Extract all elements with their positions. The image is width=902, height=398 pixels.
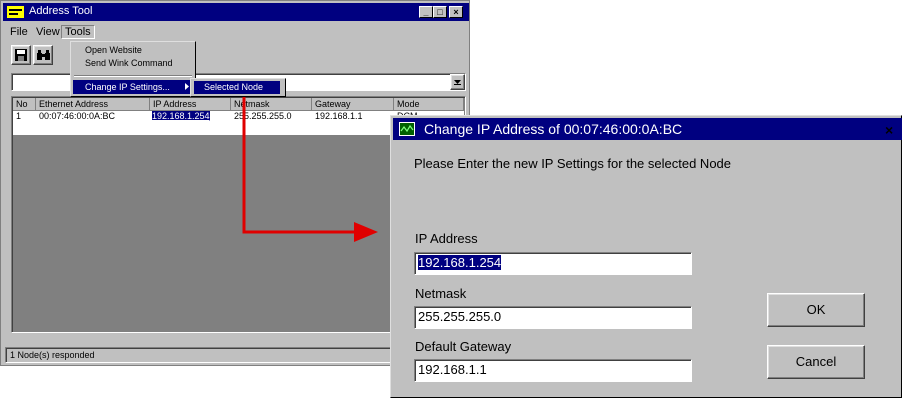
binoculars-icon: [37, 50, 50, 60]
change-ip-submenu: Selected Node: [190, 78, 286, 97]
cell-ip-address[interactable]: 192.168.1.254: [150, 111, 231, 122]
column-ip-address[interactable]: IP Address: [150, 98, 231, 111]
column-netmask[interactable]: Netmask: [231, 98, 312, 111]
ip-address-field[interactable]: 192.168.1.254: [414, 252, 692, 275]
menu-separator: [74, 75, 192, 77]
menu-file[interactable]: File: [7, 26, 31, 38]
netmask-label: Netmask: [415, 286, 467, 301]
menu-item-selected-node[interactable]: Selected Node: [194, 81, 280, 94]
dialog-network-icon: [399, 122, 415, 136]
ok-button[interactable]: OK: [767, 293, 865, 327]
cell-netmask: 255.255.255.0: [234, 111, 292, 121]
combo-dropdown-icon: [454, 80, 461, 85]
dialog-instruction: Please Enter the new IP Settings for the…: [414, 156, 732, 171]
ip-address-label: IP Address: [415, 231, 478, 246]
menu-view[interactable]: View: [33, 26, 63, 38]
dialog-title: Change IP Address of 00:07:46:00:0A:BC: [424, 121, 683, 137]
combo-dropdown-button[interactable]: [450, 74, 465, 90]
dialog-title-bar[interactable]: Change IP Address of 00:07:46:00:0A:BC: [393, 118, 902, 140]
main-title-bar[interactable]: Address Tool _ □ ×: [3, 3, 469, 21]
dialog-close-icon[interactable]: ×: [885, 122, 893, 138]
save-icon: [15, 49, 27, 61]
minimize-button[interactable]: _: [419, 6, 433, 18]
column-mode[interactable]: Mode: [394, 98, 464, 111]
main-window-title: Address Tool: [29, 5, 93, 17]
cell-ip-address-text: 192.168.1.254: [152, 111, 210, 121]
list-header: No Ethernet Address IP Address Netmask G…: [13, 98, 464, 111]
menu-item-send-wink-command[interactable]: Send Wink Command: [85, 58, 173, 68]
column-gateway[interactable]: Gateway: [312, 98, 394, 111]
menu-bar: File View Tools: [3, 22, 469, 41]
column-no[interactable]: No: [13, 98, 36, 111]
netmask-field[interactable]: 255.255.255.0: [414, 306, 692, 329]
menu-item-change-ip-settings[interactable]: Change IP Settings...: [73, 80, 193, 94]
column-ethernet-address[interactable]: Ethernet Address: [36, 98, 150, 111]
save-button[interactable]: [11, 45, 31, 65]
find-button[interactable]: [33, 45, 53, 65]
menu-item-open-website[interactable]: Open Website: [85, 45, 142, 55]
cell-ethernet-address: 00:07:46:00:0A:BC: [39, 111, 116, 121]
close-button[interactable]: ×: [449, 6, 463, 18]
cancel-button[interactable]: Cancel: [767, 345, 865, 379]
ip-address-value: 192.168.1.254: [418, 255, 502, 270]
app-icon: [7, 6, 24, 18]
tools-dropdown-menu: Open Website Send Wink Command Change IP…: [70, 41, 196, 97]
change-ip-dialog: Change IP Address of 00:07:46:00:0A:BC ×…: [390, 115, 902, 398]
default-gateway-field[interactable]: 192.168.1.1: [414, 359, 692, 382]
menu-tools[interactable]: Tools: [61, 25, 95, 39]
default-gateway-label: Default Gateway: [415, 339, 512, 354]
menu-item-change-ip-label: Change IP Settings...: [85, 82, 170, 92]
cell-gateway: 192.168.1.1: [315, 111, 363, 121]
submenu-arrow-icon: [185, 83, 189, 90]
maximize-button[interactable]: □: [433, 6, 447, 18]
cell-no: 1: [16, 111, 22, 121]
